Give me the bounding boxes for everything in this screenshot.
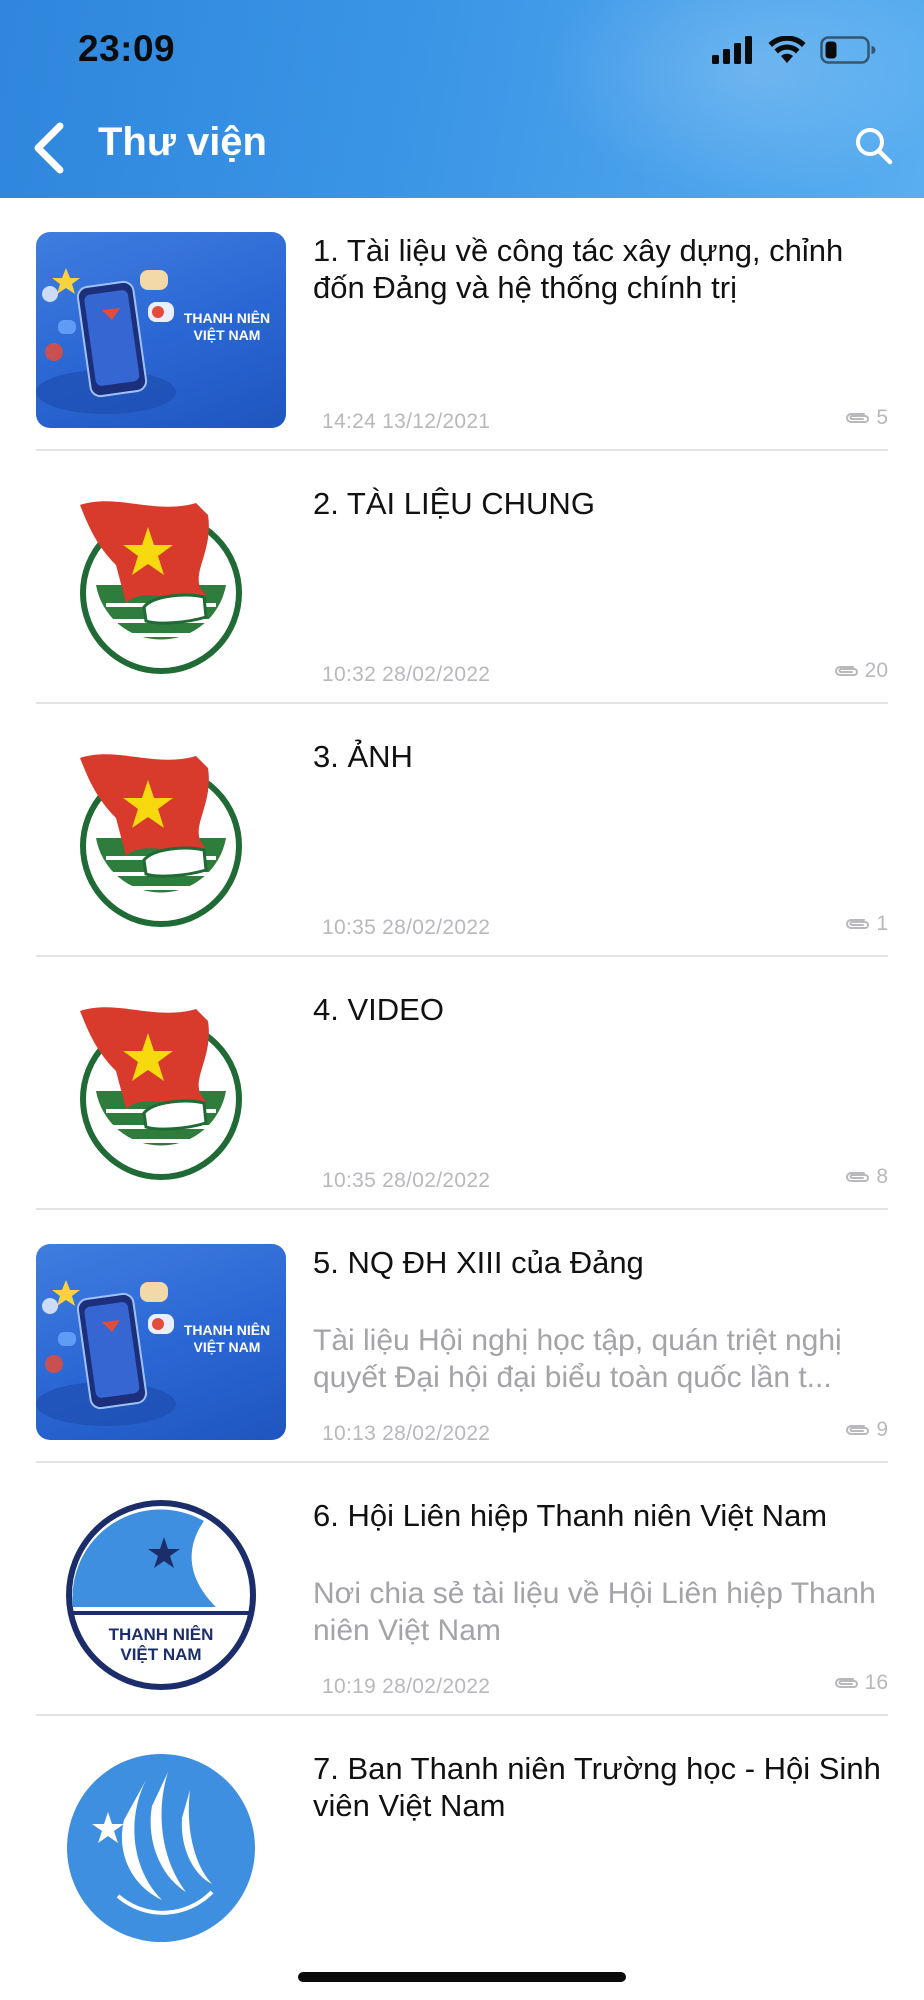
thumbnail-doan-thanh-nien-emblem — [36, 738, 286, 934]
list-item[interactable]: THANH NIÊN VIỆT NAM 1. Tài liệu về công … — [36, 198, 888, 451]
item-description: Nơi chia sẻ tài liệu về Hội Liên hiệp Th… — [313, 1577, 876, 1647]
list-item[interactable]: 7. Ban Thanh niên Trường học - Hội Sinh … — [36, 1716, 888, 1967]
thumbnail-hoi-sinh-vien-emblem — [36, 1750, 286, 1946]
paperclip-icon — [834, 1678, 858, 1688]
status-icons — [712, 32, 876, 68]
item-title: 5. NQ ĐH XIII của Đảng — [313, 1245, 644, 1280]
item-date: 10:35 28/02/2022 — [322, 1169, 491, 1192]
search-icon — [856, 128, 893, 165]
item-date: 10:35 28/02/2022 — [322, 916, 491, 939]
item-date: 10:13 28/02/2022 — [322, 1422, 491, 1445]
thumbnail-doan-thanh-nien-emblem — [36, 485, 286, 681]
thumbnail-thanh-nien-banner: THANH NIÊN VIỆT NAM — [36, 1244, 286, 1440]
library-list: THANH NIÊN VIỆT NAM 1. Tài liệu về công … — [0, 198, 924, 1967]
hoi-sinh-vien-emblem-icon — [67, 1754, 255, 1942]
status-time: 23:09 — [78, 28, 176, 69]
item-description: Tài liệu Hội nghị học tập, quán triệt ng… — [313, 1324, 842, 1394]
paperclip-icon — [846, 1172, 870, 1182]
doan-emblem-icon — [80, 501, 242, 674]
paperclip-icon — [834, 666, 858, 676]
attachment-count-value: 1 — [876, 912, 888, 935]
paperclip-icon — [846, 413, 870, 423]
home-indicator[interactable] — [298, 1972, 626, 1982]
item-title: 6. Hội Liên hiệp Thanh niên Việt Nam — [313, 1498, 828, 1533]
wifi-icon — [768, 36, 806, 63]
thumbnail-label-line2: VIỆT NAM — [193, 1339, 261, 1355]
thumbnail-doan-thanh-nien-emblem — [36, 991, 286, 1187]
attachment-count-value: 9 — [876, 1418, 888, 1441]
attachment-count: 5 — [844, 406, 888, 430]
item-title: 1. Tài liệu về công tác xây dựng, chỉnh … — [313, 233, 844, 305]
list-item[interactable]: 4. VIDEO 10:35 28/02/2022 8 — [36, 957, 888, 1210]
thumbnail-hoi-lien-hiep-emblem: THANH NIÊN VIỆT NAM — [36, 1497, 286, 1693]
list-item[interactable]: THANH NIÊN VIỆT NAM 5. NQ ĐH XIII của Đả… — [36, 1210, 888, 1463]
thumbnail-label-line2: VIỆT NAM — [120, 1645, 202, 1664]
paperclip-icon — [846, 919, 870, 929]
chevron-left-icon — [34, 122, 64, 174]
search-button[interactable] — [852, 124, 896, 168]
thumbnail-label-line1: THANH NIÊN — [108, 1625, 214, 1644]
item-title: 3. ẢNH — [313, 739, 413, 774]
item-date: 10:19 28/02/2022 — [322, 1675, 491, 1698]
item-title: 4. VIDEO — [313, 992, 444, 1027]
item-title: 2. TÀI LIỆU CHUNG — [313, 486, 595, 521]
thumbnail-thanh-nien-banner: THANH NIÊN VIỆT NAM — [36, 232, 286, 428]
list-item[interactable]: 2. TÀI LIỆU CHUNG 10:32 28/02/2022 20 — [36, 451, 888, 704]
back-button[interactable] — [24, 116, 80, 180]
header-decoration — [544, 0, 924, 198]
list-item[interactable]: 3. ẢNH 10:35 28/02/2022 1 — [36, 704, 888, 957]
battery-icon — [820, 36, 876, 64]
attachment-count-value: 16 — [864, 1671, 888, 1694]
attachment-count: 8 — [844, 1165, 888, 1189]
item-date: 14:24 13/12/2021 — [322, 410, 491, 433]
attachment-count-value: 5 — [876, 406, 888, 429]
page-title: Thư viện — [98, 120, 267, 164]
thumbnail-label-line2: VIỆT NAM — [193, 327, 261, 343]
item-title: 7. Ban Thanh niên Trường học - Hội Sinh … — [313, 1751, 881, 1823]
item-date: 10:32 28/02/2022 — [322, 663, 491, 686]
attachment-count: 9 — [844, 1418, 888, 1442]
cellular-signal-icon — [712, 36, 752, 64]
attachment-count: 16 — [833, 1671, 888, 1695]
attachment-count: 1 — [844, 912, 888, 936]
thumbnail-label-line1: THANH NIÊN — [183, 1322, 271, 1338]
app-header: 23:09 Thư viện — [0, 0, 924, 198]
doan-emblem-icon — [80, 1007, 242, 1180]
doan-emblem-icon — [80, 754, 242, 927]
attachment-count-value: 8 — [876, 1165, 888, 1188]
attachment-count-value: 20 — [864, 659, 888, 682]
thumbnail-label-line1: THANH NIÊN — [183, 310, 271, 326]
paperclip-icon — [846, 1425, 870, 1435]
list-item[interactable]: THANH NIÊN VIỆT NAM 6. Hội Liên hiệp Tha… — [36, 1463, 888, 1716]
attachment-count: 20 — [833, 659, 888, 683]
